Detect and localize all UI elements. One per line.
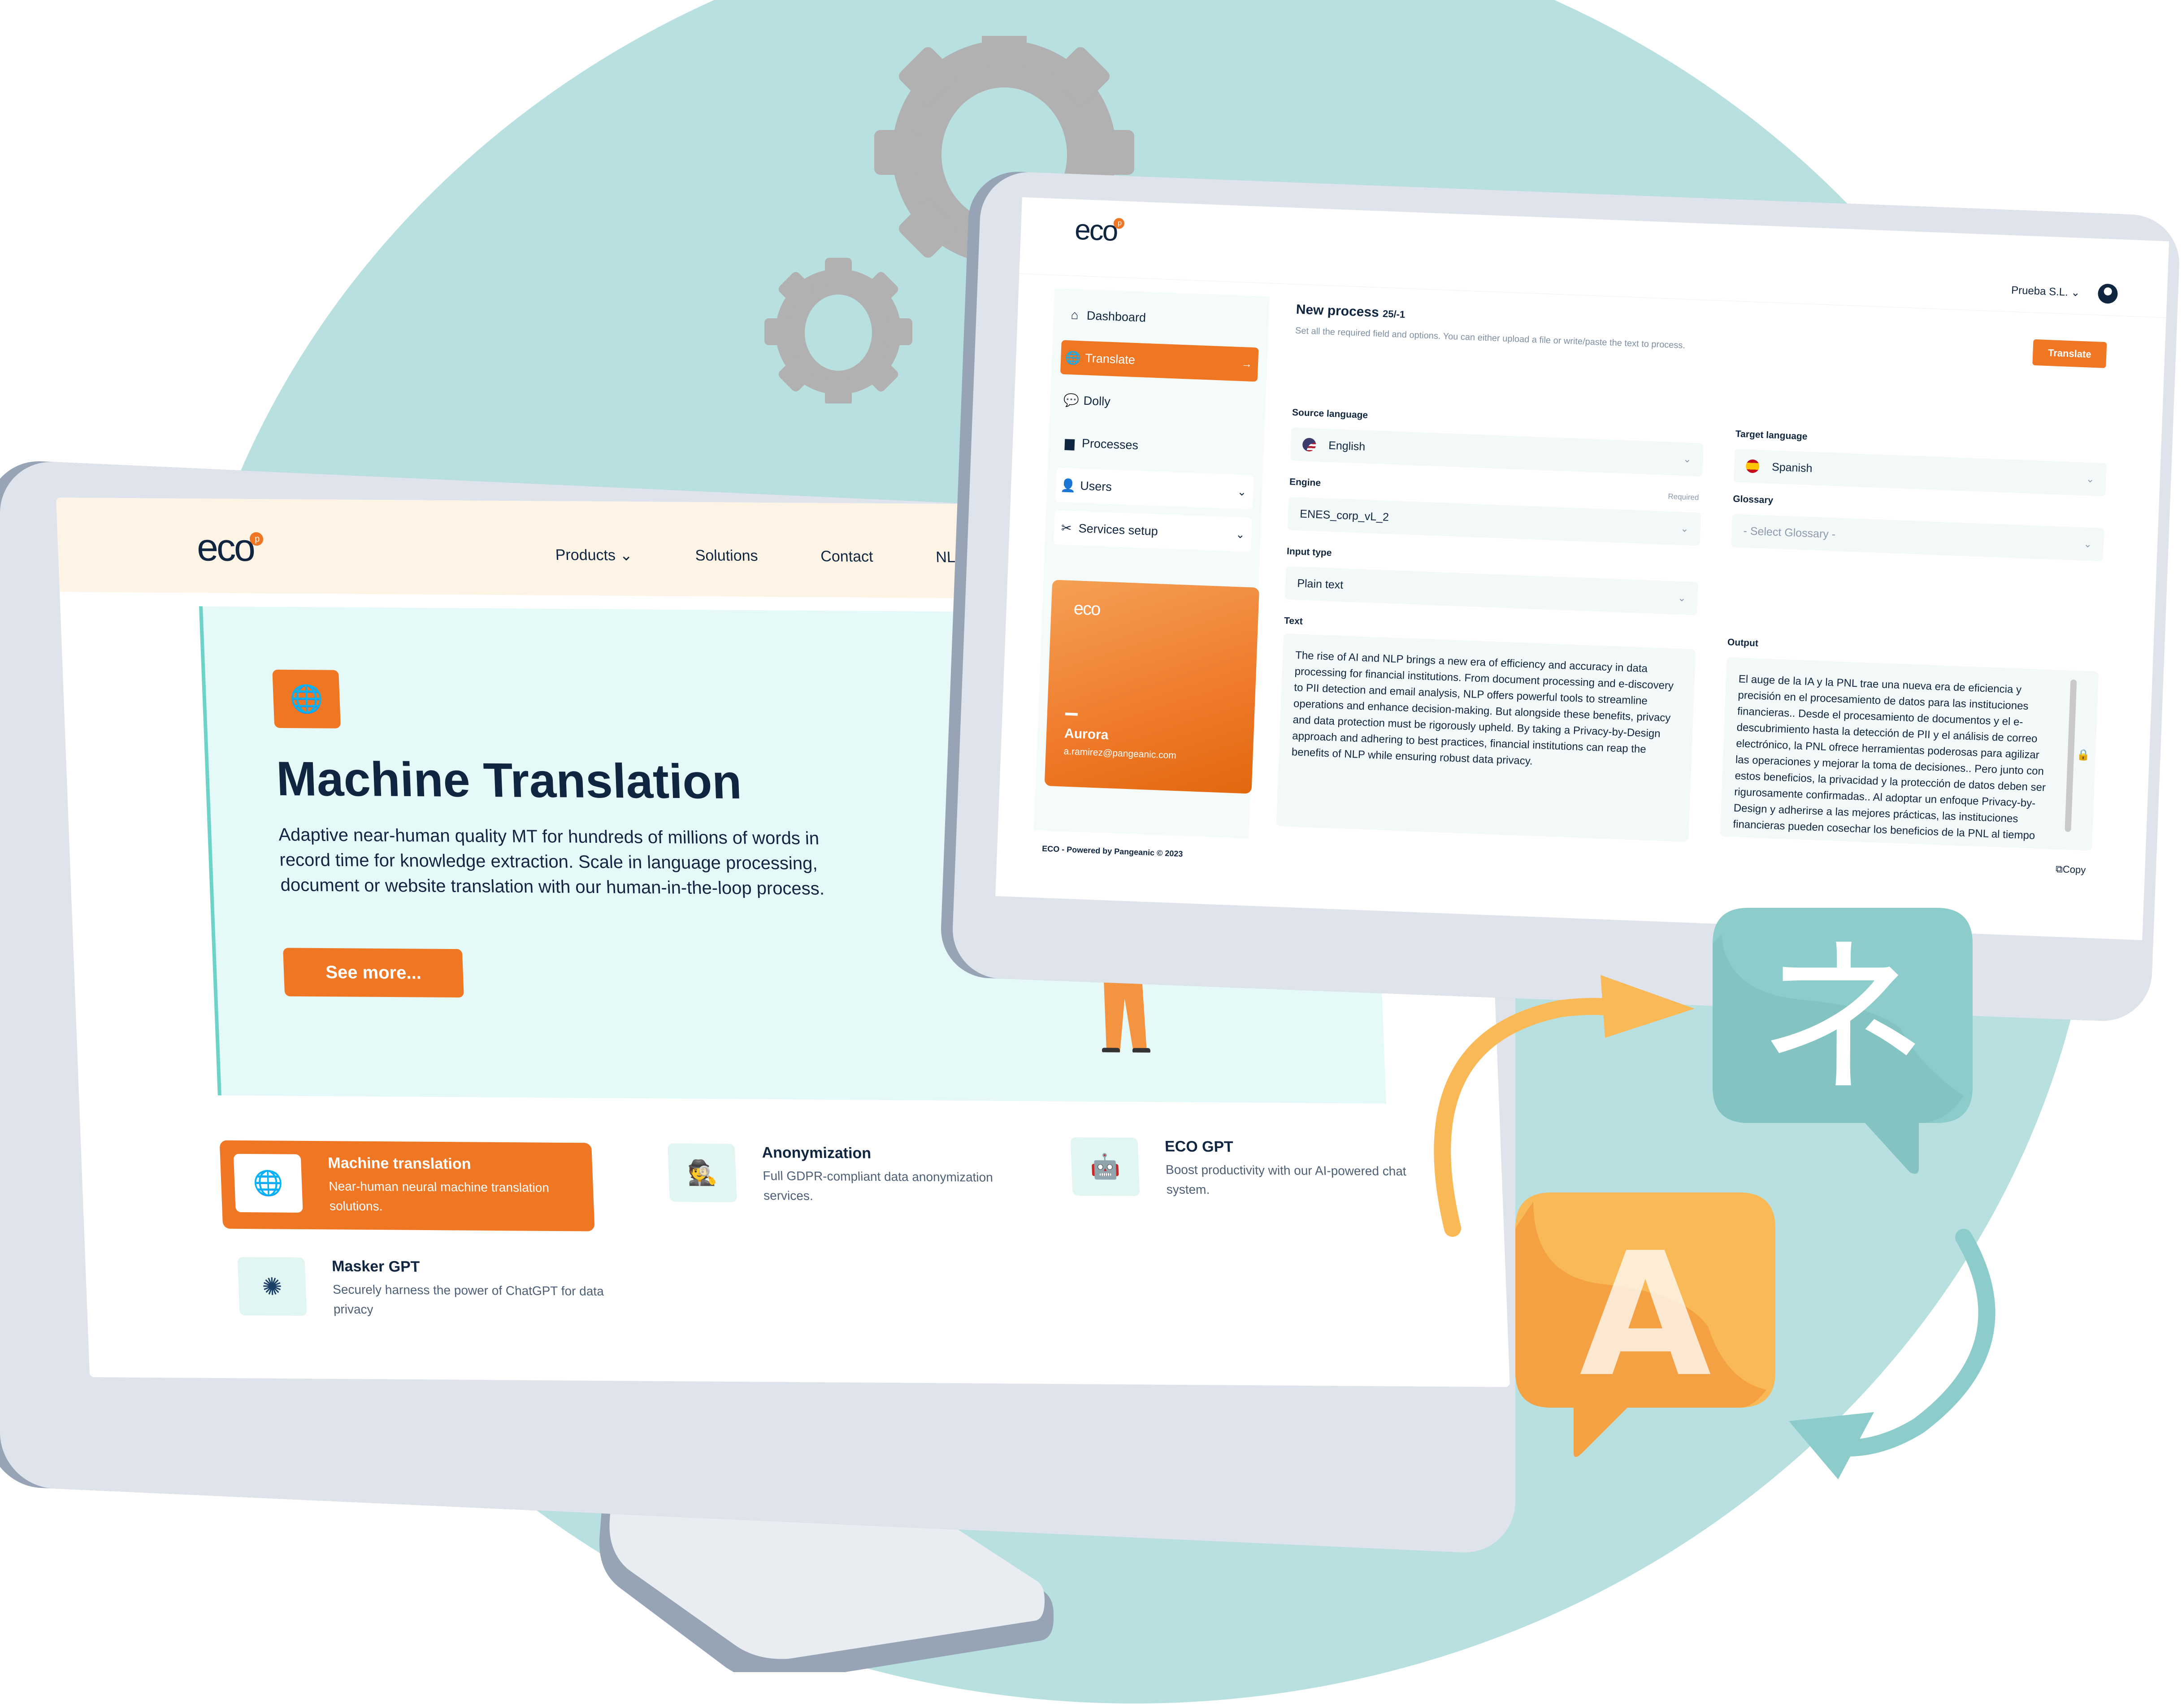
chat-icon: 💬 [1063,393,1080,407]
chevron-down-icon: ⌄ [2083,538,2092,550]
sidebar-item-translate[interactable]: 🌐 Translate → [1060,340,1259,382]
input-type-select[interactable]: Plain text ⌄ [1284,566,1699,616]
product-card-anonymization[interactable]: 🕵 Anonymization Full GDPR-compliant data… [667,1143,1042,1208]
es-flag-icon [1745,459,1760,473]
lock-icon: 🔒 [2076,749,2091,762]
output-text-area[interactable]: El auge de la IA y la PNL trae una nueva… [1720,657,2099,851]
user-avatar-icon[interactable] [2097,283,2118,304]
app-footer: ECO - Powered by Pangeanic © 2023 [1041,844,1183,858]
account-menu[interactable]: Prueba S.L. ⌄ [2011,280,2118,304]
nav-contact[interactable]: Contact [820,548,874,566]
tools-icon: ✂ [1061,520,1072,535]
copy-icon: ⧉ [2055,863,2063,875]
page-subtitle: Set all the required field and options. … [1295,325,1686,351]
spy-icon: 🕵 [667,1143,737,1202]
teal-arrow-icon [1789,1229,1995,1479]
logo-badge-icon: p [1113,217,1125,229]
globe-icon: 🌐 [233,1153,303,1213]
process-counter: 25/-1 [1382,308,1406,320]
target-language-label: Target language [1735,429,1808,442]
output-label: Output [1727,637,1759,649]
nav-products[interactable]: Products ⌄ [555,546,633,564]
engine-label: Engine [1289,477,1321,489]
user-icon: 👤 [1060,478,1076,493]
chevron-down-icon: ⌄ [619,546,633,564]
glossary-label: Glossary [1732,494,1774,506]
product-card-masker-gpt[interactable]: ✺ Masker GPT Securely harness the power … [237,1257,612,1321]
engine-required-hint: Required [1668,492,1699,502]
chevron-down-icon: ⌄ [1680,522,1689,534]
source-language-label: Source language [1292,407,1368,420]
profile-logo: eco [1073,598,1101,620]
briefcase-icon: ▆ [1064,435,1075,450]
hero-title: Machine Translation [275,751,743,809]
product-card-machine-translation[interactable]: 🌐 Machine translation Near-human neural … [219,1140,595,1231]
product-card-eco-gpt[interactable]: 🤖 ECO GPT Boost productivity with our AI… [1070,1137,1445,1201]
product-cards: 🌐 Machine translation Near-human neural … [219,1137,1429,1316]
glossary-select[interactable]: - Select Glossary - ⌄ [1731,514,2104,562]
sidebar-item-processes[interactable]: ▆ Processes [1057,425,1256,467]
engine-select[interactable]: ENES_corp_vL_2 ⌄ [1287,497,1701,546]
nav-solutions[interactable]: Solutions [695,547,758,565]
openai-icon: ✺ [237,1257,307,1316]
japanese-glyph: ネ [1757,920,1928,1118]
app-screen: ecop Prueba S.L. ⌄ ⌂ Dashboard 🌐 Translate… [995,197,2169,941]
chevron-down-icon: ⌄ [1677,592,1687,604]
app-logo[interactable]: ecop [1074,213,1125,248]
sidebar-item-dashboard[interactable]: ⌂ Dashboard [1062,298,1261,339]
chevron-down-icon: ⌄ [1237,486,1247,499]
target-language-select[interactable]: Spanish ⌄ [1733,449,2107,497]
website-logo[interactable]: ecop [196,525,264,570]
account-name: Prueba S.L. [2011,284,2069,299]
page-title: New process 25/-1 [1296,302,1406,320]
divider [1065,712,1078,716]
orange-arrow-icon [1434,975,1695,1237]
robot-icon: 🤖 [1070,1137,1140,1196]
scrollbar[interactable] [2065,679,2077,832]
sidebar-item-services-setup[interactable]: ✂ Services setup ⌄ [1054,510,1252,552]
chevron-down-icon: ⌄ [1235,528,1245,541]
home-icon: ⌂ [1070,308,1079,322]
small-gear-icon [764,258,912,403]
chevron-down-icon: ⌄ [1683,453,1692,465]
latin-glyph: A [1579,1216,1713,1414]
hero-description: Adaptive near-human quality MT for hundr… [278,825,825,899]
profile-email: a.ramirez@pangeanic.com [1063,746,1177,761]
profile-name: Aurora [1064,726,1109,743]
arrow-right-icon: → [1241,358,1253,370]
sidebar-item-dolly[interactable]: 💬 Dolly [1058,383,1257,425]
us-flag-icon [1302,438,1316,452]
globe-icon: 🌐 [1065,350,1081,365]
translate-button[interactable]: Translate [2032,339,2107,368]
profile-card: eco Aurora a.ramirez@pangeanic.com [1044,580,1259,794]
sidebar: ⌂ Dashboard 🌐 Translate → 💬 Dolly ▆ Processes… [1033,288,1270,839]
see-more-button[interactable]: See more... [283,948,464,998]
input-type-label: Input type [1286,546,1332,559]
copy-button[interactable]: ⧉Copy [2053,863,2089,876]
source-language-select[interactable]: English ⌄ [1290,427,1704,477]
text-label: Text [1284,616,1303,627]
sidebar-item-users[interactable]: 👤 Users ⌄ [1055,468,1254,510]
source-text-area[interactable]: The rise of AI and NLP brings a new era … [1276,633,1696,842]
chevron-down-icon: ⌄ [2086,473,2095,485]
chevron-down-icon: ⌄ [2070,286,2081,299]
japanese-speech-bubble-icon: ネ [1713,908,1973,1174]
globe-icon: 🌐 [272,669,341,728]
